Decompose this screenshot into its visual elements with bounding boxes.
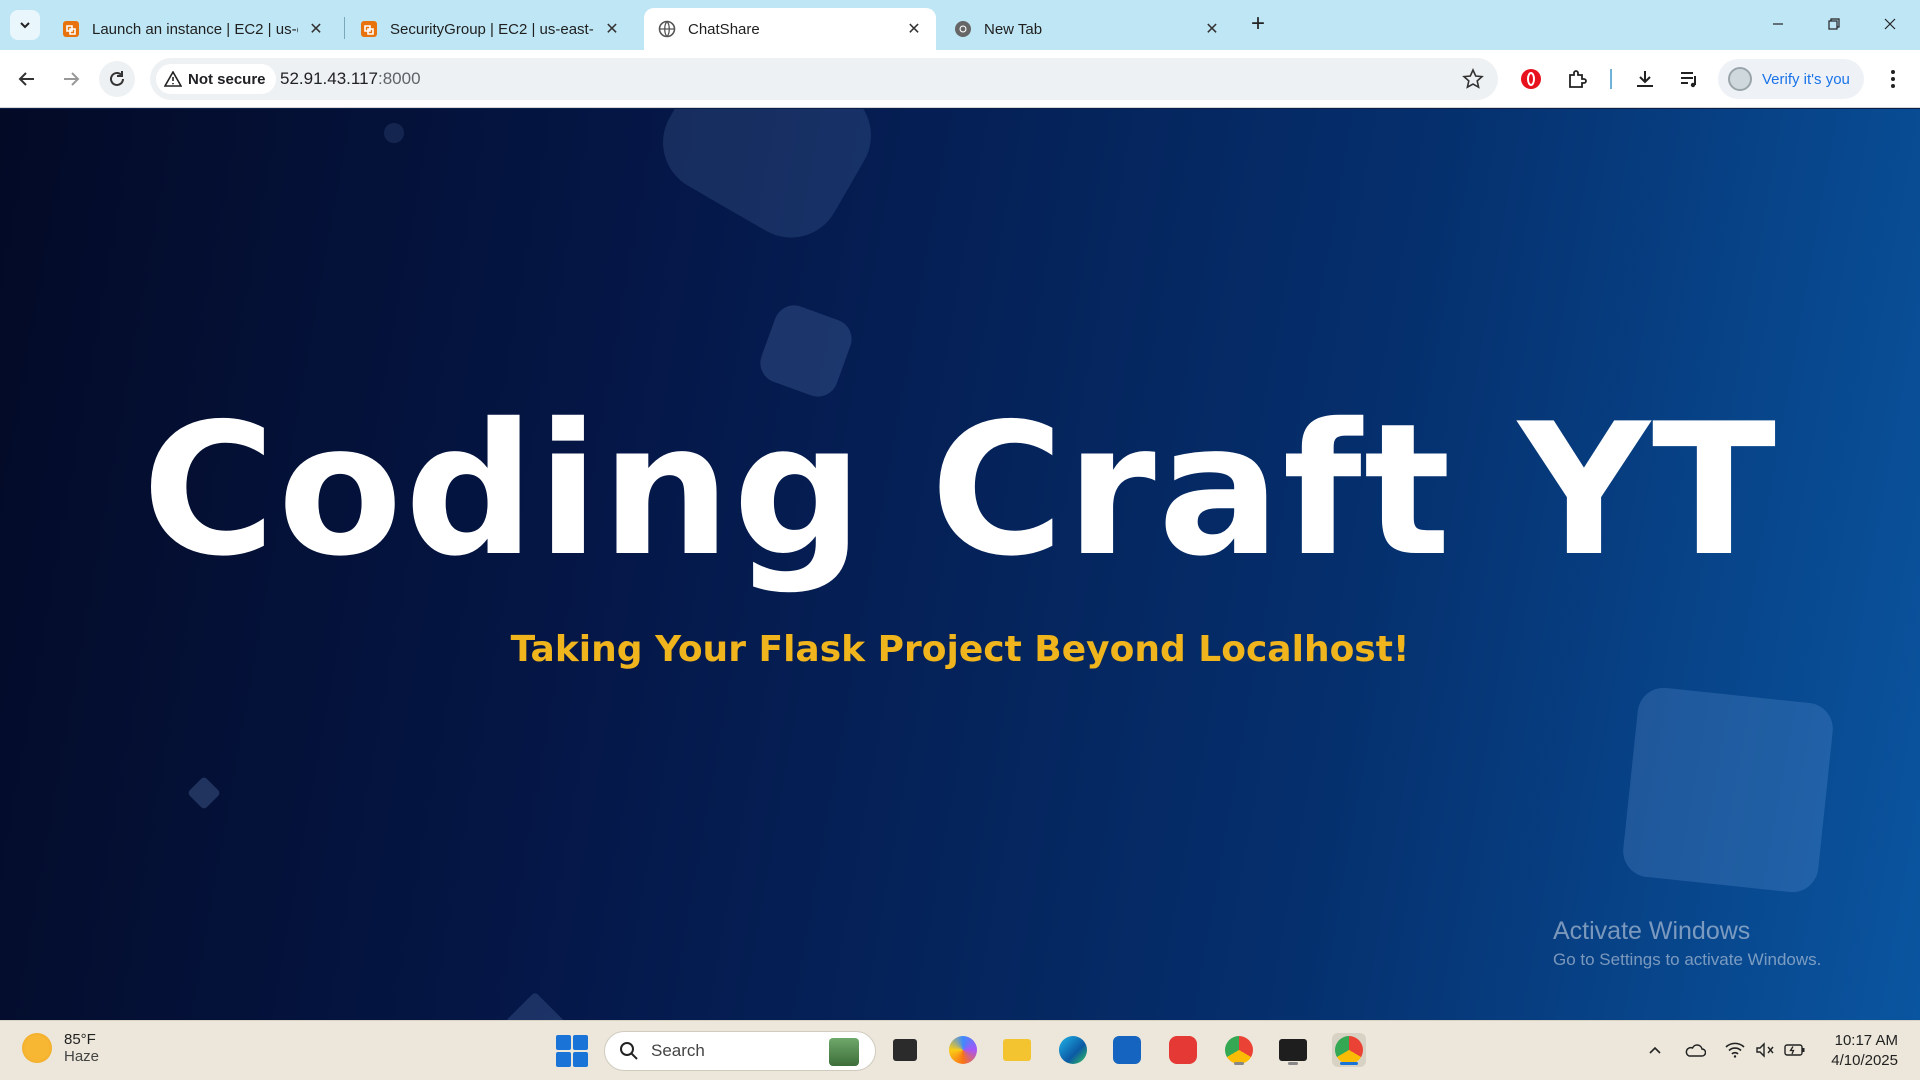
chevron-up-icon[interactable]: [1644, 1039, 1666, 1061]
toolbar-divider: [1610, 69, 1612, 89]
running-indicator: [1288, 1062, 1298, 1065]
more-menu-button[interactable]: [1880, 66, 1906, 92]
tab-title: Launch an instance | EC2 | us-ea: [92, 20, 298, 38]
start-button[interactable]: [556, 1035, 588, 1067]
active-indicator: [1340, 1062, 1358, 1065]
url-host: 52.91.43.117: [280, 69, 378, 88]
search-placeholder: Search: [651, 1041, 705, 1060]
taskbar-search[interactable]: Search: [604, 1031, 876, 1071]
page-subheadline: Taking Your Flask Project Beyond Localho…: [510, 629, 1410, 670]
media-control-icon[interactable]: [1676, 66, 1702, 92]
clock-time: 10:17 AM: [1834, 1032, 1898, 1049]
chrome-icon[interactable]: [1222, 1033, 1256, 1067]
back-button[interactable]: [9, 61, 45, 97]
watermark-subtitle: Go to Settings to activate Windows.: [1553, 950, 1822, 969]
watermark-title: Activate Windows: [1553, 917, 1751, 945]
opera-extension-icon[interactable]: [1518, 66, 1544, 92]
decorative-shape: [187, 776, 221, 810]
chrome-profile-icon[interactable]: [1332, 1033, 1366, 1067]
decorative-shape: [499, 991, 571, 1020]
minimize-button[interactable]: [1758, 8, 1798, 40]
decorative-shape: [384, 123, 404, 143]
tab-chatshare[interactable]: ChatShare ✕: [644, 8, 936, 50]
weather-temperature: 85°F: [64, 1031, 96, 1048]
globe-icon: [658, 20, 676, 38]
avatar: [1728, 67, 1752, 91]
reload-icon: [110, 71, 124, 86]
kebab-menu-icon: [1891, 70, 1895, 88]
copilot-icon[interactable]: [946, 1033, 980, 1067]
address-bar[interactable]: Not secure 52.91.43.117:8000: [150, 58, 1498, 100]
tab-title: ChatShare: [688, 20, 760, 38]
activate-windows-watermark: Activate Windows Go to Settings to activ…: [1553, 917, 1821, 970]
close-icon[interactable]: ✕: [602, 19, 622, 39]
volume-muted-icon[interactable]: [1754, 1039, 1776, 1061]
weather-haze-icon: [22, 1033, 52, 1063]
page-headline: Coding Craft YT: [141, 384, 1779, 596]
tab-search-button[interactable]: [10, 10, 40, 40]
tab-launch-instance[interactable]: Launch an instance | EC2 | us-ea ✕: [48, 8, 338, 50]
reload-button[interactable]: [99, 61, 135, 97]
close-icon[interactable]: ✕: [306, 19, 326, 39]
warning-icon: [164, 71, 182, 87]
battery-icon[interactable]: [1784, 1039, 1806, 1061]
extensions-icon[interactable]: [1564, 66, 1590, 92]
minimize-icon: [1773, 23, 1783, 25]
security-chip[interactable]: Not secure: [156, 64, 276, 94]
new-tab-button[interactable]: +: [1244, 10, 1272, 38]
wifi-icon[interactable]: [1724, 1039, 1746, 1061]
forward-button[interactable]: [53, 61, 89, 97]
windows-taskbar: 85°F Haze Search 10:17 AM 4/10/2025: [0, 1020, 1920, 1080]
close-icon[interactable]: ✕: [904, 19, 924, 39]
clock-date: 4/10/2025: [1831, 1052, 1898, 1069]
url-text[interactable]: 52.91.43.117:8000: [280, 69, 421, 89]
restore-button[interactable]: [1814, 8, 1854, 40]
windows-logo-icon: [556, 1035, 571, 1050]
close-icon: [1884, 18, 1896, 30]
chevron-down-icon: [20, 22, 30, 29]
tab-title: New Tab: [984, 20, 1043, 38]
tab-separator: [344, 17, 345, 39]
verify-label: Verify it's you: [1762, 70, 1850, 88]
chrome-icon: [954, 20, 972, 38]
url-port: :8000: [378, 69, 421, 88]
bookmark-star-icon[interactable]: [1462, 68, 1484, 90]
close-icon[interactable]: ✕: [1202, 19, 1222, 39]
restore-icon: [1828, 18, 1840, 30]
system-clock[interactable]: 10:17 AM 4/10/2025: [1826, 1031, 1898, 1071]
terminal-icon[interactable]: [1276, 1033, 1310, 1067]
file-explorer-icon[interactable]: [1000, 1033, 1034, 1067]
weather-widget[interactable]: 85°F Haze: [22, 1031, 99, 1065]
task-view-icon[interactable]: [888, 1033, 922, 1067]
edge-icon[interactable]: [1056, 1033, 1090, 1067]
decorative-shape: [1620, 685, 1836, 895]
onedrive-icon[interactable]: [1684, 1039, 1706, 1061]
aws-icon: [360, 20, 378, 38]
browser-toolbar: Not secure 52.91.43.117:8000 Verify it's…: [0, 50, 1920, 108]
running-indicator: [1234, 1062, 1244, 1065]
tab-title: SecurityGroup | EC2 | us-east-1: [390, 20, 594, 38]
tab-security-group[interactable]: SecurityGroup | EC2 | us-east-1 ✕: [346, 8, 634, 50]
tab-strip: Launch an instance | EC2 | us-ea ✕ Secur…: [0, 0, 1920, 50]
plus-icon: +: [1250, 10, 1265, 37]
tab-new-tab[interactable]: New Tab ✕: [940, 8, 1234, 50]
verify-profile-button[interactable]: Verify it's you: [1718, 59, 1864, 99]
decorative-shape: [644, 109, 890, 256]
wps-office-icon[interactable]: [1166, 1033, 1200, 1067]
close-window-button[interactable]: [1870, 8, 1910, 40]
aws-icon: [62, 20, 80, 38]
download-icon[interactable]: [1632, 66, 1658, 92]
arrow-left-icon: [18, 72, 34, 86]
search-icon: [620, 1042, 638, 1060]
store-icon[interactable]: [1110, 1033, 1144, 1067]
web-page-content: Coding Craft YT Taking Your Flask Projec…: [0, 109, 1920, 1020]
weather-condition: Haze: [64, 1048, 100, 1065]
security-label: Not secure: [188, 70, 266, 88]
search-highlight-icon: [829, 1038, 859, 1066]
arrow-right-icon: [64, 72, 80, 86]
